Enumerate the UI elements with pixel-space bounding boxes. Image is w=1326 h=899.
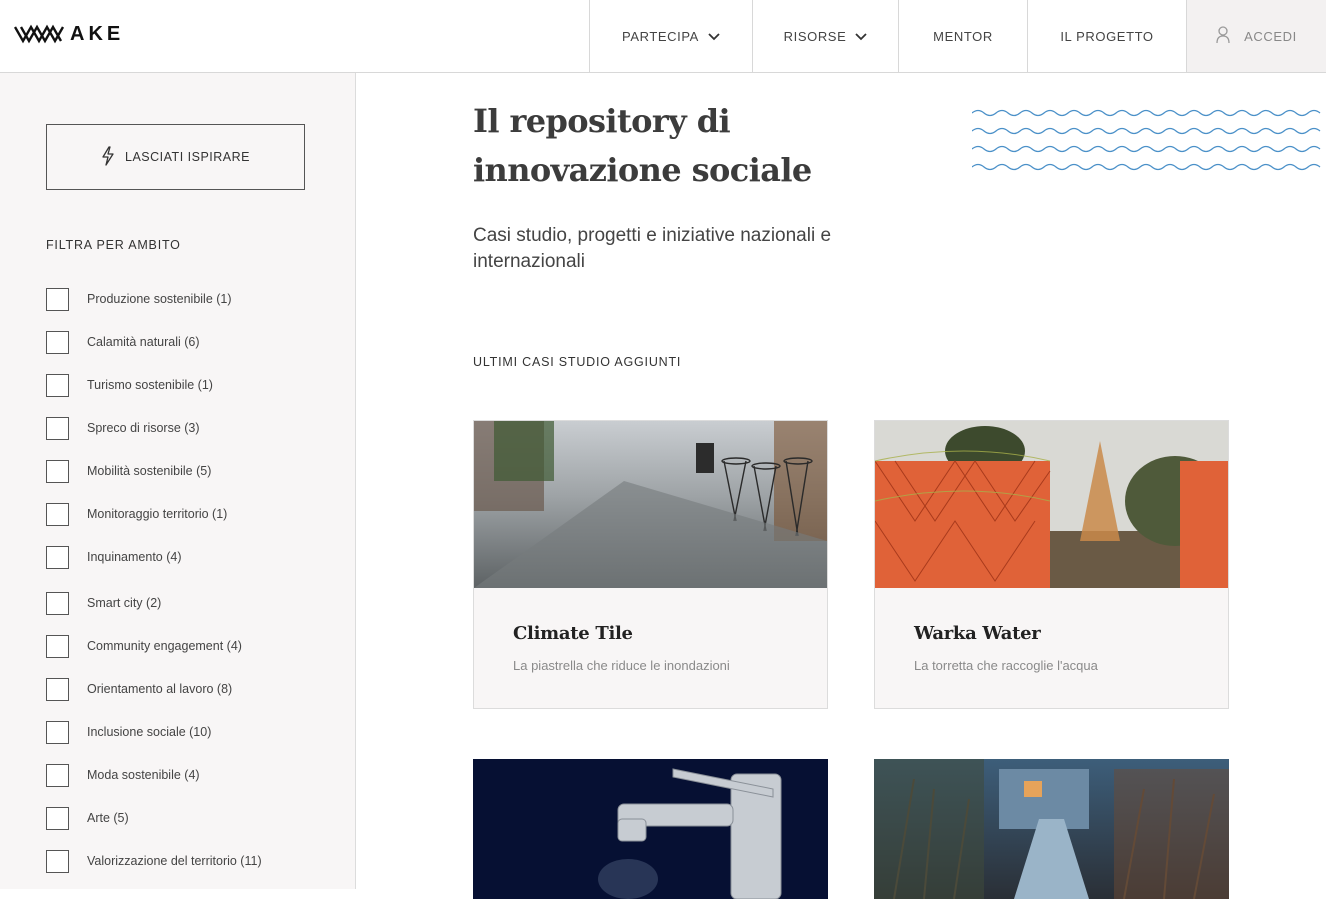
filter-item[interactable]: Calamità naturali (6): [46, 330, 346, 354]
filter-label: Moda sostenibile (4): [87, 768, 200, 782]
filter-checkbox[interactable]: [46, 287, 69, 311]
filter-item[interactable]: Smart city (2): [46, 591, 346, 615]
card-image: [874, 759, 1229, 899]
nav-risorse-label: RISORSE: [783, 28, 847, 44]
site-header: AKE PARTECIPA RISORSE MENTOR IL PROGETTO…: [0, 0, 1326, 73]
filter-checkbox[interactable]: [46, 502, 69, 526]
bolt-icon: [101, 145, 115, 169]
card-description: La piastrella che riduce le inondazioni: [513, 658, 730, 673]
filter-label: Community engagement (4): [87, 639, 242, 653]
filter-label: Calamità naturali (6): [87, 335, 200, 349]
nav-mentor[interactable]: MENTOR: [898, 0, 1027, 72]
nav-accedi[interactable]: ACCEDI: [1186, 0, 1326, 72]
filter-checkbox[interactable]: [46, 849, 69, 873]
nav-mentor-label: MENTOR: [933, 28, 993, 44]
filter-label: Inclusione sociale (10): [87, 725, 212, 739]
nav-il-progetto-label: IL PROGETTO: [1060, 28, 1154, 44]
site-logo[interactable]: AKE: [14, 22, 124, 46]
filter-label: Spreco di risorse (3): [87, 421, 200, 435]
filter-checkbox[interactable]: [46, 634, 69, 658]
filter-label: Arte (5): [87, 811, 129, 825]
card-description: La torretta che raccoglie l'acqua: [914, 658, 1098, 673]
filter-label: Smart city (2): [87, 596, 162, 610]
card-image: [875, 421, 1228, 588]
nav-il-progetto[interactable]: IL PROGETTO: [1027, 0, 1186, 72]
card-image: [474, 421, 827, 588]
filter-item[interactable]: Turismo sostenibile (1): [46, 373, 346, 397]
chevron-down-icon: [708, 29, 720, 44]
filter-checkbox[interactable]: [46, 591, 69, 615]
filter-checkbox[interactable]: [46, 806, 69, 830]
filter-item[interactable]: Inclusione sociale (10): [46, 720, 346, 744]
page-title: Il repository di innovazione sociale: [473, 97, 893, 195]
filter-checkbox[interactable]: [46, 720, 69, 744]
filter-item[interactable]: Spreco di risorse (3): [46, 416, 346, 440]
filter-label: Turismo sostenibile (1): [87, 378, 213, 392]
filter-checkbox[interactable]: [46, 459, 69, 483]
nav-partecipa-label: PARTECIPA: [622, 28, 699, 44]
page-title-line-1: Il repository di: [473, 102, 731, 140]
filter-label: Valorizzazione del territorio (11): [87, 854, 262, 868]
filter-item[interactable]: Valorizzazione del territorio (11): [46, 849, 346, 873]
filter-label: Orientamento al lavoro (8): [87, 682, 233, 696]
logo-mark-icon: [14, 24, 65, 44]
lasciati-ispirare-label: LASCIATI ISPIRARE: [125, 150, 250, 164]
case-study-card[interactable]: [874, 759, 1229, 899]
chevron-down-icon: [855, 29, 867, 44]
filter-label: Monitoraggio territorio (1): [87, 507, 228, 521]
filter-sidebar: LASCIATI ISPIRARE FILTRA PER AMBITO Prod…: [0, 73, 356, 889]
case-study-card[interactable]: [473, 759, 828, 899]
decorative-waves-icon: [972, 109, 1321, 171]
user-icon: [1216, 25, 1230, 47]
page-title-line-2: innovazione sociale: [473, 151, 812, 189]
card-title: Warka Water: [914, 623, 1041, 644]
filter-item[interactable]: Produzione sostenibile (1): [46, 287, 346, 311]
filter-checkbox[interactable]: [46, 677, 69, 701]
section-label: ULTIMI CASI STUDIO AGGIUNTI: [473, 355, 682, 369]
card-image: [473, 759, 828, 899]
case-study-card[interactable]: Climate Tile La piastrella che riduce le…: [473, 420, 828, 709]
lasciati-ispirare-button[interactable]: LASCIATI ISPIRARE: [46, 124, 305, 190]
main-content: Il repository di innovazione sociale Cas…: [357, 73, 1326, 899]
nav-partecipa[interactable]: PARTECIPA: [589, 0, 752, 72]
filter-checkbox[interactable]: [46, 763, 69, 787]
page-subtitle: Casi studio, progetti e iniziative nazio…: [473, 225, 832, 272]
filter-section-title: FILTRA PER AMBITO: [46, 238, 181, 252]
filter-item[interactable]: Moda sostenibile (4): [46, 763, 346, 787]
filter-checkbox[interactable]: [46, 416, 69, 440]
case-study-card[interactable]: Warka Water La torretta che raccoglie l'…: [874, 420, 1229, 709]
filter-item[interactable]: Community engagement (4): [46, 634, 346, 658]
filter-label: Mobilità sostenibile (5): [87, 464, 212, 478]
filter-checkbox[interactable]: [46, 373, 69, 397]
card-title: Climate Tile: [513, 623, 633, 644]
filter-item[interactable]: Arte (5): [46, 806, 346, 830]
filter-checkbox[interactable]: [46, 545, 69, 569]
filter-item[interactable]: Inquinamento (4): [46, 545, 346, 569]
nav-accedi-label: ACCEDI: [1244, 28, 1297, 44]
filter-item[interactable]: Orientamento al lavoro (8): [46, 677, 346, 701]
filter-item[interactable]: Mobilità sostenibile (5): [46, 459, 346, 483]
nav-risorse[interactable]: RISORSE: [752, 0, 898, 72]
filter-checkbox[interactable]: [46, 330, 69, 354]
logo-text: AKE: [70, 22, 125, 45]
filter-label: Produzione sostenibile (1): [87, 292, 232, 306]
filter-item[interactable]: Monitoraggio territorio (1): [46, 502, 346, 526]
main-nav: PARTECIPA RISORSE MENTOR IL PROGETTO ACC…: [589, 0, 1326, 72]
filter-label: Inquinamento (4): [87, 550, 182, 564]
